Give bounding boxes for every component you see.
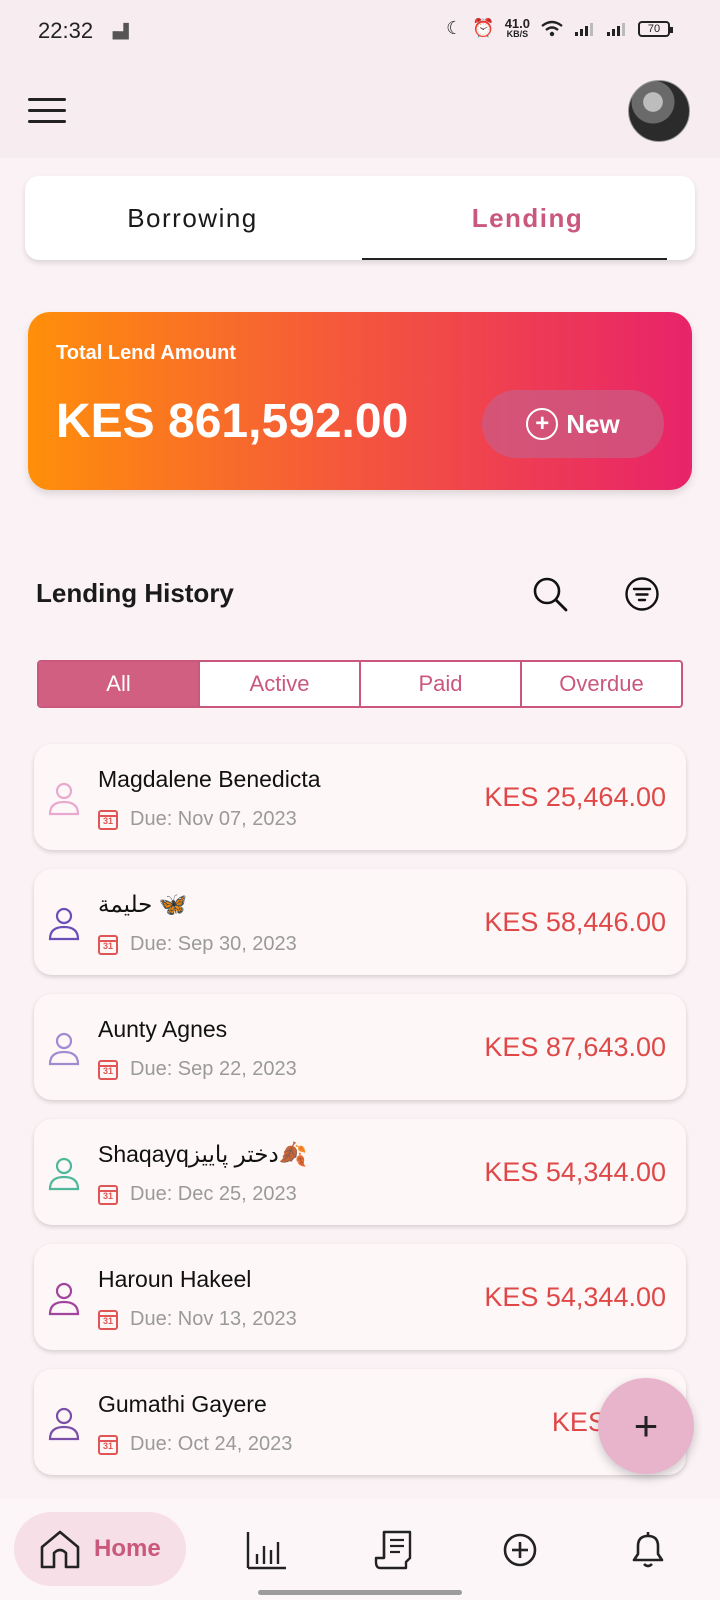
wifi-icon xyxy=(541,20,563,36)
due-date-row: 31 Due: Sep 22, 2023 xyxy=(98,1058,297,1081)
gesture-bar xyxy=(258,1590,462,1595)
receipt-icon[interactable] xyxy=(372,1528,416,1572)
list-item[interactable]: حليمة 🦋 31 Due: Sep 30, 2023 KES 58,446.… xyxy=(34,869,686,975)
due-date-row: 31 Due: Dec 25, 2023 xyxy=(98,1183,297,1206)
person-icon xyxy=(48,1282,80,1316)
filter-paid[interactable]: Paid xyxy=(361,662,522,706)
lend-amount: KES 54,344.00 xyxy=(484,1157,666,1187)
lend-amount: KES 87,643.00 xyxy=(484,1032,666,1062)
person-icon xyxy=(48,907,80,941)
search-icon[interactable] xyxy=(530,574,570,614)
borrower-name: Aunty Agnes xyxy=(98,1016,228,1042)
tab-lending[interactable]: Lending xyxy=(360,176,695,260)
due-date: Due: Sep 22, 2023 xyxy=(130,1058,297,1080)
hamburger-icon[interactable] xyxy=(28,98,66,124)
new-button-label: New xyxy=(566,408,620,439)
person-icon xyxy=(48,1032,80,1066)
borrower-name: حليمة 🦋 xyxy=(98,891,188,917)
filter-icon[interactable] xyxy=(624,576,660,612)
lend-amount: KES 25,464.00 xyxy=(484,782,666,812)
bottom-nav: Home xyxy=(0,1498,720,1600)
total-lend-card: Total Lend Amount KES 861,592.00 + New xyxy=(28,312,692,490)
borrower-name: Gumathi Gayere xyxy=(98,1391,267,1417)
calendar-icon: 31 xyxy=(98,1309,118,1330)
home-icon xyxy=(40,1530,80,1569)
calendar-icon: 31 xyxy=(98,1184,118,1205)
due-date: Due: Nov 07, 2023 xyxy=(130,808,297,830)
plus-circle-icon: + xyxy=(526,408,559,440)
due-date: Due: Oct 24, 2023 xyxy=(130,1433,293,1455)
alarm-icon: ⏰ xyxy=(472,18,495,38)
list-item[interactable]: Haroun Hakeel 31 Due: Nov 13, 2023 KES 5… xyxy=(34,1244,686,1350)
status-filter: All Active Paid Overdue xyxy=(37,660,683,708)
bell-icon[interactable] xyxy=(626,1528,670,1572)
section-title: Lending History xyxy=(36,578,234,608)
due-date-row: 31 Due: Nov 07, 2023 xyxy=(98,808,297,831)
list-item[interactable]: Magdalene Benedicta 31 Due: Nov 07, 2023… xyxy=(34,744,686,850)
calendar-icon: 31 xyxy=(98,1059,118,1080)
tab-borrowing[interactable]: Borrowing xyxy=(25,176,360,260)
filter-active[interactable]: Active xyxy=(200,662,361,706)
lend-amount: KES 54,344.00 xyxy=(484,1282,666,1312)
person-icon xyxy=(48,782,80,816)
list-item[interactable]: Gumathi Gayere 31 Due: Oct 24, 2023 KES … xyxy=(34,1369,686,1475)
status-bar: 22:32 ▗▟ ☾ ⏰ 41.0 KB/S 70 xyxy=(0,0,720,62)
total-lend-label: Total Lend Amount xyxy=(56,342,236,364)
cell-signal-2-icon xyxy=(607,22,625,36)
bar-chart-icon[interactable] xyxy=(244,1528,288,1572)
due-date: Due: Dec 25, 2023 xyxy=(130,1183,297,1205)
person-icon xyxy=(48,1157,80,1191)
person-icon xyxy=(48,1407,80,1441)
cell-signal-icon xyxy=(575,22,593,36)
avatar[interactable] xyxy=(628,80,690,142)
speed-value: 41.0 xyxy=(504,15,530,31)
filter-all[interactable]: All xyxy=(39,662,200,706)
total-lend-amount: KES 861,592.00 xyxy=(56,395,409,448)
network-speed: 41.0 KB/S xyxy=(504,15,530,39)
list-item[interactable]: Aunty Agnes 31 Due: Sep 22, 2023 KES 87,… xyxy=(34,994,686,1100)
battery-icon: 70 xyxy=(638,20,673,37)
borrower-name: Shaqayqدختر پاییز🍂 xyxy=(98,1141,308,1167)
due-date: Due: Nov 13, 2023 xyxy=(130,1308,297,1330)
borrower-name: Magdalene Benedicta xyxy=(98,766,321,792)
calendar-icon: 31 xyxy=(98,809,118,830)
nav-home-label: Home xyxy=(94,1535,161,1562)
calendar-icon: 31 xyxy=(98,1434,118,1455)
nav-home[interactable]: Home xyxy=(14,1512,186,1586)
due-date: Due: Sep 30, 2023 xyxy=(130,933,297,955)
new-lend-button[interactable]: + New xyxy=(482,390,664,458)
due-date-row: 31 Due: Nov 13, 2023 xyxy=(98,1308,297,1331)
borrower-name: Haroun Hakeel xyxy=(98,1266,252,1292)
calendar-icon: 31 xyxy=(98,934,118,955)
moon-icon: ☾ xyxy=(446,18,463,38)
borrow-lend-switcher: Borrowing Lending xyxy=(25,176,695,260)
speed-unit: KB/S xyxy=(506,28,529,39)
due-date-row: 31 Due: Sep 30, 2023 xyxy=(98,933,297,956)
due-date-row: 31 Due: Oct 24, 2023 xyxy=(98,1433,292,1456)
filter-overdue[interactable]: Overdue xyxy=(522,662,681,706)
signal-small-icon: ▗▟ xyxy=(107,22,129,39)
lending-list: Magdalene Benedicta 31 Due: Nov 07, 2023… xyxy=(34,744,686,1494)
add-fab-button[interactable]: + xyxy=(598,1378,694,1474)
app-header xyxy=(0,62,720,158)
list-item[interactable]: Shaqayqدختر پاییز🍂 31 Due: Dec 25, 2023 … xyxy=(34,1119,686,1225)
add-circle-icon[interactable] xyxy=(498,1528,542,1572)
status-time: 22:32 xyxy=(38,18,94,43)
lend-amount: KES 58,446.00 xyxy=(484,907,666,937)
status-icons: ☾ ⏰ 41.0 KB/S 70 xyxy=(446,15,673,39)
